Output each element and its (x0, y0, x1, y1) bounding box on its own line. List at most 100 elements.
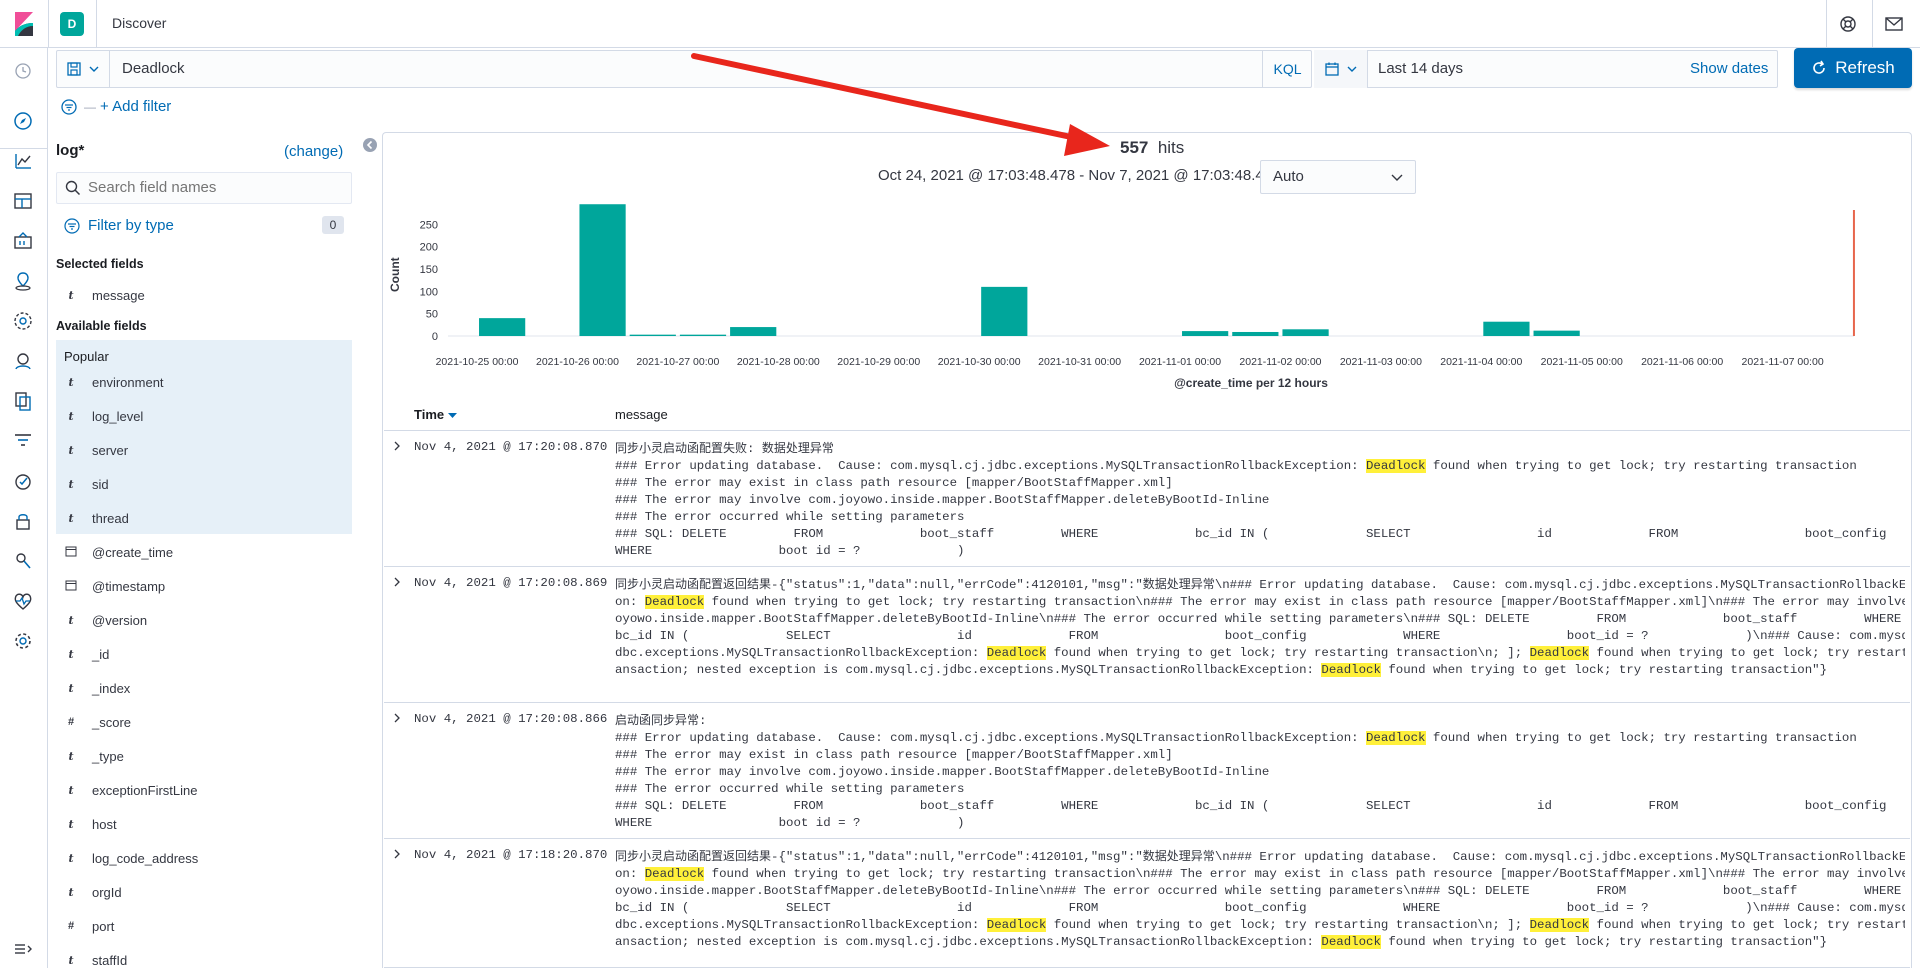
save-disk-icon (66, 62, 81, 76)
x-tick-label: 2021-11-01 00:00 (1139, 356, 1221, 368)
histogram-chart: 0 50 100 150 200 250 2021-10-25 00:00 2021-10-2… (420, 204, 1855, 390)
x-tick-label: 2021-10-29 00:00 (837, 356, 920, 368)
uptime-icon[interactable] (12, 470, 34, 492)
field-item[interactable]: # port (56, 914, 352, 938)
field-item[interactable]: # _score (56, 710, 352, 734)
field-name: thread (92, 510, 129, 526)
collapse-nav-icon[interactable] (12, 938, 34, 960)
field-item[interactable]: t staffId (56, 948, 352, 968)
discover-compass-icon[interactable] (12, 110, 34, 132)
histogram-bar[interactable] (579, 204, 626, 336)
chart-y-axis-label: Count (388, 257, 402, 292)
histogram-bar[interactable] (1282, 329, 1329, 336)
selected-fields-title: Selected fields (56, 257, 144, 271)
histogram-bar[interactable] (981, 286, 1028, 336)
field-item[interactable]: t log_code_address (56, 846, 352, 870)
filter-by-type-button[interactable]: Filter by type (88, 217, 174, 234)
collapse-sidebar-icon[interactable] (362, 137, 378, 153)
newsfeed-mail-icon[interactable] (1884, 15, 1904, 33)
header-divider (1872, 0, 1873, 48)
search-highlight: Deadlock (1366, 459, 1426, 473)
query-language-toggle[interactable]: KQL (1262, 50, 1312, 88)
dev-tools-icon[interactable] (12, 550, 34, 572)
management-gear-icon[interactable] (12, 630, 34, 652)
field-item[interactable]: @timestamp (56, 574, 352, 598)
field-item[interactable]: t _index (56, 676, 352, 700)
search-icon (65, 180, 81, 196)
add-filter-button[interactable]: + Add filter (100, 98, 171, 116)
help-lifebuoy-icon[interactable] (1838, 14, 1858, 34)
field-item[interactable]: t server (56, 438, 352, 462)
date-range-label[interactable]: Last 14 days (1378, 50, 1463, 88)
sort-descending-icon[interactable] (447, 411, 457, 419)
refresh-button[interactable]: Refresh (1794, 48, 1912, 88)
search-highlight: Deadlock (644, 595, 705, 609)
histogram-bar[interactable] (1232, 331, 1279, 336)
dashboard-icon[interactable] (12, 190, 34, 212)
security-lock-icon[interactable] (12, 510, 34, 532)
field-item[interactable]: t log_level (56, 404, 352, 428)
histogram-bar[interactable] (1182, 331, 1229, 336)
x-tick-label: 2021-11-06 00:00 (1641, 356, 1723, 368)
visualize-icon[interactable] (12, 150, 34, 172)
histogram-bar[interactable] (1483, 321, 1530, 336)
maps-icon[interactable] (12, 270, 34, 292)
field-search-input[interactable] (88, 172, 348, 204)
change-index-pattern-link[interactable]: (change) (284, 143, 343, 160)
stack-monitoring-icon[interactable] (12, 590, 34, 612)
field-item[interactable]: @create_time (56, 540, 352, 564)
search-highlight: Deadlock (1529, 646, 1590, 660)
logs-icon[interactable] (12, 390, 34, 412)
date-field-type-icon (64, 545, 78, 560)
field-item[interactable]: t @version (56, 608, 352, 632)
string-field-type-icon: t (68, 783, 74, 797)
quick-menu-button[interactable] (1314, 50, 1368, 88)
recently-viewed-clock-icon[interactable] (12, 60, 34, 82)
siem-icon[interactable] (12, 350, 34, 372)
field-name: message (92, 287, 145, 303)
space-avatar[interactable]: D (60, 12, 84, 36)
expand-row-icon[interactable] (392, 849, 402, 859)
histogram-bar[interactable] (1533, 330, 1580, 336)
string-field-type-icon: t (68, 647, 74, 661)
filter-menu-icon[interactable] (60, 98, 78, 116)
kibana-logo-icon[interactable] (12, 12, 36, 36)
field-item[interactable]: t exceptionFirstLine (56, 778, 352, 802)
hits-counter: 557 hits (1120, 138, 1184, 158)
column-header-message[interactable]: message (615, 407, 668, 422)
expand-row-icon[interactable] (392, 713, 402, 723)
field-item[interactable]: t thread (56, 506, 352, 530)
apm-icon[interactable] (12, 430, 34, 452)
field-item[interactable]: t _id (56, 642, 352, 666)
expand-row-icon[interactable] (392, 577, 402, 587)
number-field-type-icon: # (67, 716, 75, 728)
column-header-time[interactable]: Time (414, 407, 457, 422)
canvas-icon[interactable] (12, 230, 34, 252)
table-row: Nov 4, 2021 @ 17:20:08.870 同步小灵启动函配置失败: 数… (384, 431, 1910, 567)
x-tick-label: 2021-11-07 00:00 (1742, 356, 1824, 368)
field-name: host (92, 816, 117, 832)
row-message: 同步小灵启动函配置返回结果-{"status":1,"data":null,"e… (615, 849, 1905, 949)
hits-label: hits (1157, 138, 1185, 157)
histogram-bar[interactable] (730, 327, 777, 336)
time-range-label: Oct 24, 2021 @ 17:03:48.478 - Nov 7, 202… (878, 167, 1300, 184)
field-name: @version (92, 612, 148, 628)
field-item[interactable]: t host (56, 812, 352, 836)
show-dates-button[interactable]: Show dates (1690, 50, 1768, 88)
ml-icon[interactable] (12, 310, 34, 332)
field-item[interactable]: t _type (56, 744, 352, 768)
field-item[interactable]: t environment (56, 370, 352, 394)
histogram-bar[interactable] (679, 334, 727, 336)
search-highlight: Deadlock (1529, 918, 1590, 932)
chevron-down-icon (1391, 174, 1403, 181)
left-nav (0, 48, 48, 968)
saved-queries-button[interactable] (56, 50, 110, 88)
expand-row-icon[interactable] (392, 441, 402, 451)
field-item[interactable]: t sid (56, 472, 352, 496)
field-item[interactable]: t message (56, 283, 352, 307)
string-field-type-icon: t (68, 681, 74, 695)
chevron-down-icon (89, 66, 98, 72)
field-item[interactable]: t orgId (56, 880, 352, 904)
histogram-bar[interactable] (629, 334, 676, 336)
histogram-bar[interactable] (479, 318, 526, 336)
